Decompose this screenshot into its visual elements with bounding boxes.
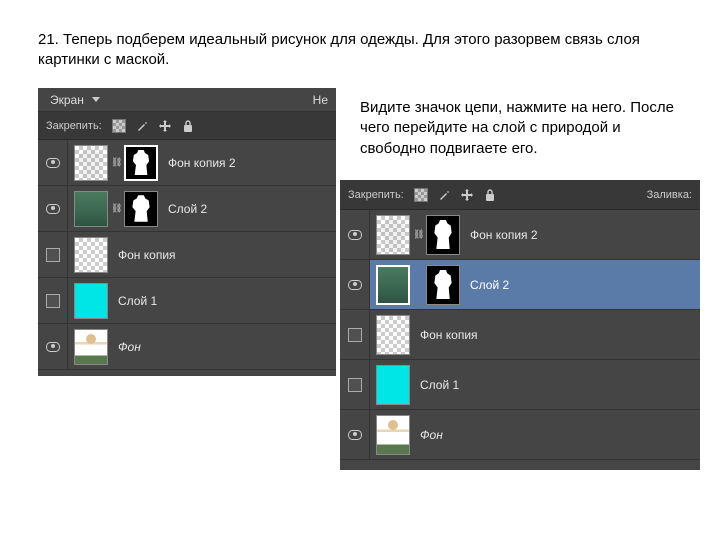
layers-panel-left: Экран Не Закрепить: ⛓ — [38, 88, 336, 376]
visibility-toggle[interactable] — [340, 310, 370, 359]
visibility-toggle[interactable] — [38, 324, 68, 369]
blend-mode-dropdown[interactable]: Экран — [46, 92, 104, 108]
chevron-down-icon — [92, 97, 100, 102]
visibility-toggle[interactable] — [340, 260, 370, 309]
mask-thumbnail[interactable] — [124, 191, 158, 227]
layer-thumbnail[interactable] — [376, 415, 410, 455]
lock-transparency-icon[interactable] — [414, 188, 428, 202]
layer-name: Слой 2 — [470, 278, 509, 292]
eye-icon — [348, 430, 362, 440]
layer-thumbnail[interactable] — [376, 315, 410, 355]
layers-panel-right: Закрепить: Заливка: ⛓ Фон копия 2 — [340, 180, 700, 470]
lock-icons-group — [414, 188, 497, 202]
layer-row-fon-kopiya-2[interactable]: ⛓ Фон копия 2 — [38, 140, 336, 186]
link-icon[interactable]: ⛓ — [413, 229, 423, 240]
visibility-empty-icon — [46, 248, 60, 262]
layer-thumbnail[interactable] — [74, 329, 108, 365]
visibility-toggle[interactable] — [340, 410, 370, 459]
layer-name: Фон копия — [118, 248, 176, 262]
layer-row-sloy-2[interactable]: ⛓ Слой 2 — [38, 186, 336, 232]
layer-row-fon[interactable]: Фон — [38, 324, 336, 370]
layer-list: ⛓ Фон копия 2 ⛓ Слой 2 Фон копия — [38, 140, 336, 370]
layer-name: Фон — [118, 340, 141, 354]
visibility-toggle[interactable] — [38, 278, 68, 323]
lock-label: Закрепить: — [348, 189, 404, 201]
layer-name: Слой 2 — [168, 202, 207, 216]
visibility-toggle[interactable] — [340, 360, 370, 409]
link-icon[interactable]: ⛓ — [111, 157, 121, 168]
lock-move-icon[interactable] — [460, 188, 474, 202]
layer-row-fon-kopiya[interactable]: Фон копия — [38, 232, 336, 278]
lock-row: Закрепить: Заливка: — [340, 180, 700, 210]
layer-thumbnail[interactable] — [376, 215, 410, 255]
instruction-side: Видите значок цепи, нажмите на него. Пос… — [360, 98, 690, 159]
lock-move-icon[interactable] — [158, 119, 172, 133]
lock-label: Закрепить: — [46, 120, 102, 132]
link-icon[interactable]: ⛓ — [111, 203, 121, 214]
visibility-empty-icon — [348, 378, 362, 392]
eye-icon — [46, 158, 60, 168]
eye-icon — [46, 342, 60, 352]
layer-name: Слой 1 — [118, 294, 157, 308]
lock-brush-icon[interactable] — [135, 119, 149, 133]
lock-all-icon[interactable] — [483, 188, 497, 202]
layer-row-sloy-2[interactable]: Слой 2 — [340, 260, 700, 310]
lock-transparency-icon[interactable] — [112, 119, 126, 133]
layer-list: ⛓ Фон копия 2 Слой 2 Фон копия — [340, 210, 700, 460]
lock-icons-group — [112, 119, 195, 133]
layer-row-sloy-1[interactable]: Слой 1 — [38, 278, 336, 324]
layer-thumbnail[interactable] — [74, 145, 108, 181]
layer-thumbnail[interactable] — [74, 191, 108, 227]
layer-row-fon-kopiya-2[interactable]: ⛓ Фон копия 2 — [340, 210, 700, 260]
layer-name: Фон копия — [420, 328, 478, 342]
fill-label: Заливка: — [647, 189, 692, 201]
mask-thumbnail[interactable] — [426, 265, 460, 305]
layer-row-fon-kopiya[interactable]: Фон копия — [340, 310, 700, 360]
layer-name: Фон — [420, 428, 443, 442]
visibility-toggle[interactable] — [38, 232, 68, 277]
opacity-hint: Не — [313, 93, 328, 107]
mask-thumbnail[interactable] — [124, 145, 158, 181]
eye-icon — [348, 230, 362, 240]
layer-name: Фон копия 2 — [168, 156, 236, 170]
blend-mode-label: Экран — [50, 93, 84, 107]
instruction-main: 21. Теперь подберем идеальный рисунок дл… — [38, 30, 678, 71]
panel-topbar: Экран Не — [38, 88, 336, 112]
layer-row-sloy-1[interactable]: Слой 1 — [340, 360, 700, 410]
layer-name: Слой 1 — [420, 378, 459, 392]
eye-icon — [348, 280, 362, 290]
visibility-toggle[interactable] — [38, 186, 68, 231]
lock-brush-icon[interactable] — [437, 188, 451, 202]
visibility-empty-icon — [348, 328, 362, 342]
eye-icon — [46, 204, 60, 214]
visibility-toggle[interactable] — [340, 210, 370, 259]
lock-all-icon[interactable] — [181, 119, 195, 133]
layer-thumbnail[interactable] — [376, 265, 410, 305]
visibility-empty-icon — [46, 294, 60, 308]
layer-thumbnail[interactable] — [74, 237, 108, 273]
layer-row-fon[interactable]: Фон — [340, 410, 700, 460]
visibility-toggle[interactable] — [38, 140, 68, 185]
layer-thumbnail[interactable] — [376, 365, 410, 405]
layer-thumbnail[interactable] — [74, 283, 108, 319]
lock-row: Закрепить: — [38, 112, 336, 140]
mask-thumbnail[interactable] — [426, 215, 460, 255]
layer-name: Фон копия 2 — [470, 228, 538, 242]
